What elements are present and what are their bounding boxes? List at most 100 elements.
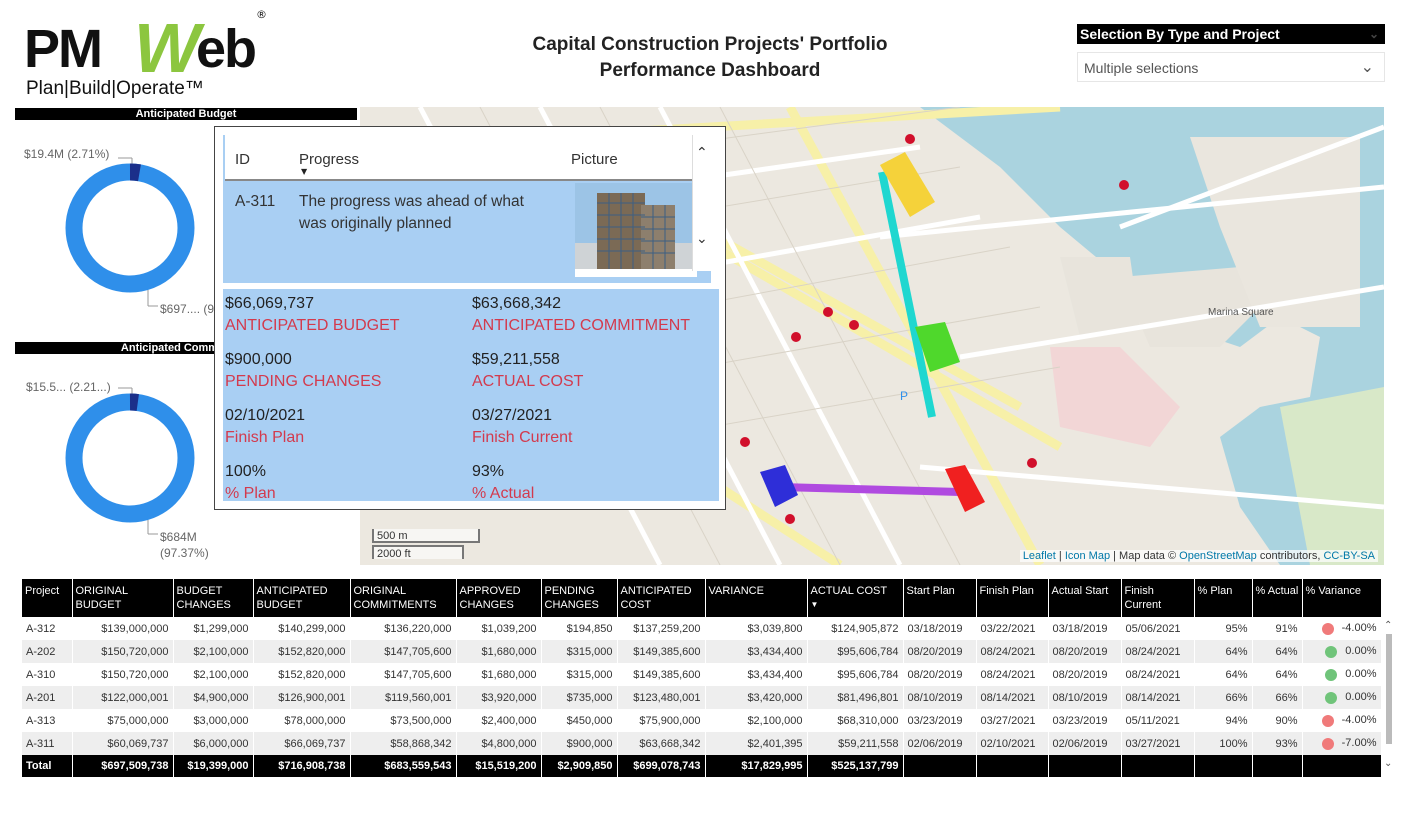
column-header[interactable]: ANTICIPATED COST bbox=[617, 579, 706, 617]
table-row[interactable]: A-311 $60,069,737 $6,000,000 $66,069,737 $58… bbox=[22, 732, 1382, 755]
commitment-donut-major[interactable] bbox=[65, 393, 195, 523]
total-cell: $525,137,799 bbox=[807, 755, 904, 777]
map-scale: 500 m 2000 ft bbox=[372, 529, 480, 561]
table-cell: 08/10/2019 bbox=[903, 686, 977, 709]
table-cell: $735,000 bbox=[541, 686, 618, 709]
column-header[interactable]: Project bbox=[22, 579, 73, 617]
column-header[interactable]: ACTUAL COST ▼ bbox=[807, 579, 904, 617]
table-cell: $2,400,000 bbox=[456, 709, 542, 732]
slicer-title: Selection By Type and Project bbox=[1080, 26, 1280, 42]
column-header[interactable]: PENDING CHANGES bbox=[541, 579, 618, 617]
budget-donut-minor[interactable] bbox=[129, 163, 141, 182]
scale-meters: 500 m bbox=[372, 529, 480, 543]
column-header[interactable]: ANTICIPATED BUDGET bbox=[253, 579, 351, 617]
table-cell: A-202 bbox=[22, 640, 73, 663]
logo-text-w: W bbox=[134, 9, 201, 87]
column-header[interactable]: ORIGINAL COMMITMENTS bbox=[350, 579, 457, 617]
table-cell: 08/14/2021 bbox=[1121, 686, 1195, 709]
column-header[interactable]: Finish Plan bbox=[976, 579, 1049, 617]
tooltip-scrollbar[interactable]: ⌃ ⌄ bbox=[692, 135, 711, 271]
scroll-down-icon[interactable]: ⌄ bbox=[1384, 758, 1392, 768]
table-cell: $137,259,200 bbox=[617, 617, 706, 640]
table-cell: $75,000,000 bbox=[72, 709, 174, 732]
table-cell: $3,420,000 bbox=[705, 686, 808, 709]
table-cell: 0.00% bbox=[1302, 686, 1382, 709]
table-cell: $60,069,737 bbox=[72, 732, 174, 755]
column-header[interactable]: Start Plan bbox=[903, 579, 977, 617]
table-cell: $152,820,000 bbox=[253, 640, 351, 663]
total-cell bbox=[1121, 755, 1195, 777]
table-cell: $122,000,001 bbox=[72, 686, 174, 709]
project-route-purple[interactable] bbox=[779, 483, 961, 496]
chevron-up-icon[interactable]: ⌃ bbox=[696, 145, 708, 161]
table-row[interactable]: A-201 $122,000,001 $4,900,000 $126,900,001 $… bbox=[22, 686, 1382, 709]
project-polygon-blue[interactable] bbox=[760, 465, 798, 507]
metric-label: PENDING CHANGES bbox=[225, 373, 382, 390]
col-id[interactable]: ID bbox=[235, 151, 250, 168]
table-header-row: Project ORIGINAL BUDGET BUDGET CHANGES ANTI… bbox=[22, 579, 1382, 617]
column-header[interactable]: APPROVED CHANGES bbox=[456, 579, 542, 617]
table-cell: 0.00% bbox=[1302, 640, 1382, 663]
progress-line-2: was originally planned bbox=[299, 215, 452, 232]
svg-text:P: P bbox=[900, 389, 908, 403]
total-cell bbox=[1048, 755, 1122, 777]
table-cell: 08/20/2019 bbox=[1048, 640, 1122, 663]
table-cell: $900,000 bbox=[541, 732, 618, 755]
table-scrollbar[interactable]: ⌃ ⌄ bbox=[1384, 618, 1394, 768]
column-header[interactable]: Finish Current bbox=[1121, 579, 1195, 617]
table-cell: $58,868,342 bbox=[350, 732, 457, 755]
variance-value: 0.00% bbox=[1345, 668, 1377, 681]
table-total-row: Total $697,509,738 $19,399,000 $716,908,738… bbox=[22, 755, 1382, 777]
total-cell bbox=[976, 755, 1049, 777]
column-header[interactable]: BUDGET CHANGES bbox=[173, 579, 254, 617]
metric-anticipated-commitment: $63,668,342 ANTICIPATED COMMITMENT bbox=[472, 293, 690, 337]
icon-map-link[interactable]: Icon Map bbox=[1065, 550, 1110, 562]
table-cell: A-311 bbox=[22, 732, 73, 755]
table-cell: $1,680,000 bbox=[456, 640, 542, 663]
metric-value: $59,211,558 bbox=[472, 351, 560, 368]
metric-anticipated-budget: $66,069,737 ANTICIPATED BUDGET bbox=[225, 293, 400, 337]
column-header[interactable]: % Actual bbox=[1252, 579, 1303, 617]
table-cell: $66,069,737 bbox=[253, 732, 351, 755]
map-place-label: Marina Square bbox=[1208, 307, 1274, 318]
table-row[interactable]: A-202 $150,720,000 $2,100,000 $152,820,000 $… bbox=[22, 640, 1382, 663]
tooltip-row-progress: The progress was ahead of what was origi… bbox=[299, 191, 524, 235]
project-slicer-dropdown[interactable]: Multiple selections ⌄ bbox=[1077, 52, 1385, 82]
table-cell: 03/23/2019 bbox=[1048, 709, 1122, 732]
table-cell: $140,299,000 bbox=[253, 617, 351, 640]
commitment-large-percent: (97.37%) bbox=[160, 546, 209, 560]
table-cell: $194,850 bbox=[541, 617, 618, 640]
table-cell: 94% bbox=[1194, 709, 1253, 732]
scroll-up-icon[interactable]: ⌃ bbox=[1384, 620, 1392, 631]
metric-value: $63,668,342 bbox=[472, 295, 561, 312]
table-cell: $78,000,000 bbox=[253, 709, 351, 732]
table-cell: 64% bbox=[1194, 640, 1253, 663]
scroll-thumb[interactable] bbox=[1386, 634, 1392, 744]
title-line-1: Capital Construction Projects' Portfolio bbox=[532, 34, 888, 55]
table-cell: 08/20/2019 bbox=[1048, 663, 1122, 686]
logo-registered: ® bbox=[256, 8, 267, 21]
chevron-down-icon[interactable]: ⌄ bbox=[696, 231, 708, 247]
table-cell: 08/20/2019 bbox=[903, 640, 977, 663]
total-cell: $697,509,738 bbox=[72, 755, 174, 777]
table-row[interactable]: A-310 $150,720,000 $2,100,000 $152,820,000 $… bbox=[22, 663, 1382, 686]
metric-value: $900,000 bbox=[225, 351, 292, 368]
column-header[interactable]: VARIANCE bbox=[705, 579, 808, 617]
table-row[interactable]: A-312 $139,000,000 $1,299,000 $140,299,000 $… bbox=[22, 617, 1382, 640]
commitment-donut-minor[interactable] bbox=[129, 393, 139, 411]
budget-donut-major[interactable] bbox=[65, 163, 195, 293]
table-cell: 93% bbox=[1252, 732, 1303, 755]
leaflet-link[interactable]: Leaflet bbox=[1023, 550, 1056, 562]
column-header[interactable]: ORIGINAL BUDGET bbox=[72, 579, 174, 617]
table-row[interactable]: A-313 $75,000,000 $3,000,000 $78,000,000 $73… bbox=[22, 709, 1382, 732]
table-cell: $73,500,000 bbox=[350, 709, 457, 732]
column-header[interactable]: % Variance bbox=[1302, 579, 1382, 617]
license-link[interactable]: CC-BY-SA bbox=[1323, 550, 1375, 562]
osm-link[interactable]: OpenStreetMap bbox=[1179, 550, 1257, 562]
col-picture[interactable]: Picture bbox=[571, 151, 618, 168]
col-progress[interactable]: Progress bbox=[299, 151, 359, 168]
status-indicator-icon bbox=[1325, 691, 1338, 704]
column-header[interactable]: Actual Start bbox=[1048, 579, 1122, 617]
column-header[interactable]: % Plan bbox=[1194, 579, 1253, 617]
metric-label: ACTUAL COST bbox=[472, 373, 584, 390]
